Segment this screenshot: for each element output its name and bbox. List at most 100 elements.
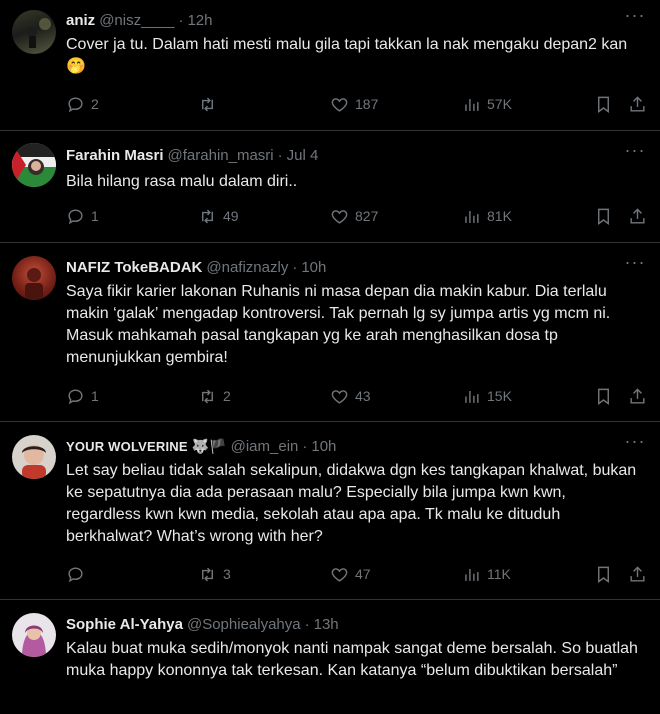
tweet-card[interactable]: Farahin Masri @farahin_masri · Jul 4 ···… <box>0 131 660 243</box>
share-button[interactable] <box>628 564 647 584</box>
views-icon <box>462 95 481 114</box>
avatar[interactable] <box>12 435 56 479</box>
user-handle[interactable]: @nisz____ <box>99 12 174 29</box>
like-count: 187 <box>355 96 379 112</box>
retweet-count: 3 <box>223 566 231 582</box>
tweet-actions: 2 187 57K <box>66 94 646 114</box>
tweet-card[interactable]: NAFIZ TokeBADAK @nafiznazly · 10h ··· Sa… <box>0 243 660 422</box>
reply-icon <box>66 387 85 406</box>
like-count: 43 <box>355 388 371 404</box>
tweet-card[interactable]: YOUR WOLVERINE 🐺🏴 @iam_ein · 10h ··· Let… <box>0 422 660 600</box>
reply-button[interactable] <box>66 564 91 584</box>
tweet-text: Let say beliau tidak salah sekalipun, di… <box>66 462 637 545</box>
user-handle[interactable]: @farahin_masri <box>168 147 274 164</box>
share-icon <box>628 565 647 584</box>
like-count: 827 <box>355 208 379 224</box>
reply-button[interactable]: 1 <box>66 386 99 406</box>
tweet-text: Bila hilang rasa malu dalam diri.. <box>66 173 298 190</box>
bookmark-icon <box>594 207 613 226</box>
views-button[interactable]: 11K <box>462 564 511 584</box>
like-icon <box>330 387 349 406</box>
views-icon <box>462 387 481 406</box>
retweet-button[interactable]: 2 <box>198 386 231 406</box>
more-icon[interactable]: ··· <box>624 253 646 277</box>
share-button[interactable] <box>628 386 647 406</box>
retweet-count: 2 <box>223 388 231 404</box>
timestamp[interactable]: 13h <box>314 616 339 633</box>
retweet-icon <box>198 565 217 584</box>
bookmark-icon <box>594 387 613 406</box>
reply-count: 1 <box>91 208 99 224</box>
tweet-actions: 1 2 43 15K <box>66 386 646 406</box>
timestamp[interactable]: Jul 4 <box>287 147 319 164</box>
reply-button[interactable]: 2 <box>66 94 99 114</box>
views-button[interactable]: 57K <box>462 94 512 114</box>
avatar[interactable] <box>12 256 56 300</box>
like-icon <box>330 207 349 226</box>
views-count: 81K <box>487 208 512 224</box>
retweet-button[interactable]: 3 <box>198 564 231 584</box>
display-name[interactable]: YOUR WOLVERINE <box>66 439 188 454</box>
tweet-card[interactable]: aniz @nisz____ · 12h ··· Cover ja tu. Da… <box>0 0 660 131</box>
tweet-header: aniz @nisz____ · 12h <box>66 10 213 30</box>
views-button[interactable]: 81K <box>462 206 512 226</box>
timestamp[interactable]: 10h <box>301 259 326 276</box>
bookmark-button[interactable] <box>594 564 613 584</box>
bookmark-icon <box>594 95 613 114</box>
retweet-icon <box>198 387 217 406</box>
tweet-card[interactable]: Sophie Al-Yahya @Sophiealyahya · 13h Kal… <box>0 600 660 714</box>
avatar[interactable] <box>12 10 56 54</box>
timestamp[interactable]: 10h <box>311 438 336 455</box>
retweet-button[interactable] <box>198 94 223 114</box>
like-button[interactable]: 187 <box>330 94 378 114</box>
user-handle[interactable]: @Sophiealyahya <box>187 616 301 633</box>
reply-icon <box>66 207 85 226</box>
separator: · <box>292 258 298 276</box>
reply-count: 1 <box>91 388 99 404</box>
more-icon[interactable]: ··· <box>624 141 646 165</box>
reply-button[interactable]: 1 <box>66 206 99 226</box>
share-button[interactable] <box>628 94 647 114</box>
display-name[interactable]: Farahin Masri <box>66 147 164 164</box>
like-button[interactable]: 827 <box>330 206 378 226</box>
display-name[interactable]: NAFIZ TokeBADAK <box>66 259 202 276</box>
views-button[interactable]: 15K <box>462 386 512 406</box>
separator: · <box>304 615 310 633</box>
bookmark-button[interactable] <box>594 206 613 226</box>
timestamp[interactable]: 12h <box>187 12 212 29</box>
tweet-actions: 1 49 827 81K <box>66 206 646 226</box>
share-icon <box>628 387 647 406</box>
views-count: 57K <box>487 96 512 112</box>
share-icon <box>628 207 647 226</box>
separator: · <box>302 437 308 455</box>
views-count: 11K <box>487 566 511 582</box>
user-handle[interactable]: @nafiznazly <box>206 259 288 276</box>
views-icon <box>462 565 481 584</box>
like-button[interactable]: 43 <box>330 386 371 406</box>
avatar[interactable] <box>12 613 56 657</box>
retweet-icon <box>198 207 217 226</box>
user-handle[interactable]: @iam_ein <box>231 438 299 455</box>
like-count: 47 <box>355 566 371 582</box>
tweet-text: Saya fikir karier lakonan Ruhanis ni mas… <box>66 283 611 366</box>
like-button[interactable]: 47 <box>330 564 371 584</box>
bookmark-icon <box>594 565 613 584</box>
tweet-text: Cover ja tu. Dalam hati mesti malu gila … <box>66 36 628 75</box>
bookmark-button[interactable] <box>594 94 613 114</box>
separator: · <box>178 11 184 29</box>
reply-icon <box>66 565 85 584</box>
share-button[interactable] <box>628 206 647 226</box>
avatar[interactable] <box>12 143 56 187</box>
views-count: 15K <box>487 388 512 404</box>
more-icon[interactable]: ··· <box>624 432 646 456</box>
display-name[interactable]: aniz <box>66 12 95 29</box>
share-icon <box>628 95 647 114</box>
like-icon <box>330 565 349 584</box>
name-emoji: 🐺🏴 <box>191 437 227 454</box>
reply-icon <box>66 95 85 114</box>
more-icon[interactable]: ··· <box>624 6 646 30</box>
tweet-text: Kalau buat muka sedih/monyok nanti nampa… <box>66 640 638 679</box>
display-name[interactable]: Sophie Al-Yahya <box>66 616 183 633</box>
retweet-button[interactable]: 49 <box>198 206 239 226</box>
bookmark-button[interactable] <box>594 386 613 406</box>
